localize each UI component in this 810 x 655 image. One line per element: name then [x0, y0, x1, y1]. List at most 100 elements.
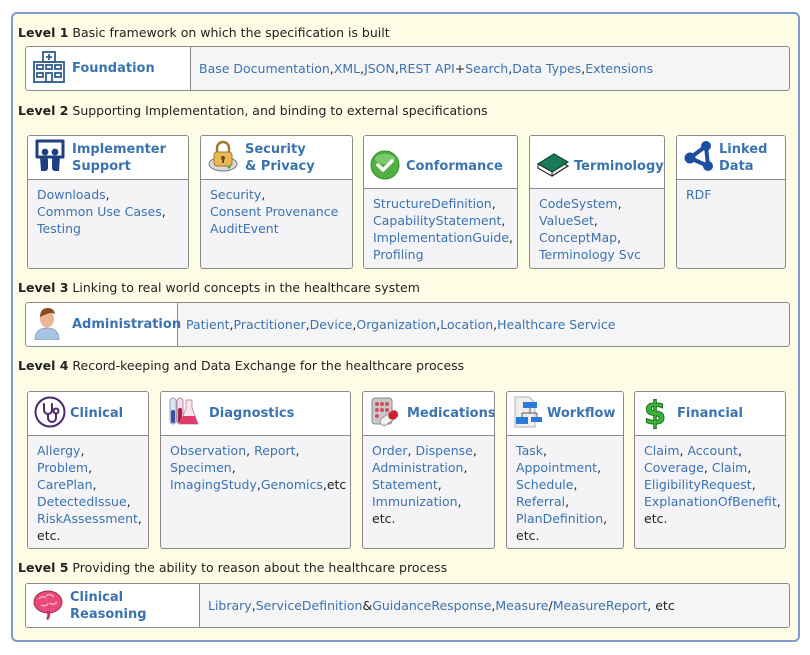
link-line: ImagingStudy,Genomics,etc — [170, 476, 350, 493]
link-report[interactable]: Report — [254, 443, 295, 458]
link-careplan[interactable]: CarePlan — [37, 477, 93, 492]
link-plandefinition[interactable]: PlanDefinition — [516, 511, 603, 526]
link-library[interactable]: Library — [208, 598, 252, 613]
link-guidanceresponse[interactable]: GuidanceResponse — [372, 598, 491, 613]
separator-text: , — [593, 213, 598, 228]
link-patient[interactable]: Patient — [186, 317, 230, 332]
link-common-use-cases[interactable]: Common Use Cases — [37, 204, 162, 219]
separator-text: , — [437, 477, 442, 492]
medications-header[interactable]: Medications — [363, 392, 494, 436]
administration-header[interactable]: Administration — [26, 303, 181, 346]
link-statement[interactable]: Statement — [372, 477, 438, 492]
link-line: Security, — [210, 186, 352, 203]
medications-title[interactable]: Medications — [407, 405, 494, 422]
link-eligibilityrequest[interactable]: EligibilityRequest — [644, 477, 752, 492]
link-structuredefinition[interactable]: StructureDefinition — [373, 196, 492, 211]
link-explanationofbenefit[interactable]: ExplanationOfBenefit — [644, 494, 777, 509]
link-schedule[interactable]: Schedule — [516, 477, 573, 492]
conformance-title[interactable]: Conformance — [406, 158, 503, 175]
financial-title[interactable]: Financial — [677, 405, 743, 422]
workflow-header[interactable]: Workflow — [507, 392, 623, 436]
conformance-header[interactable]: Conformance — [364, 136, 517, 189]
link-rest-api[interactable]: REST API — [399, 61, 455, 76]
link-servicedefinition[interactable]: ServiceDefinition — [256, 598, 363, 613]
link-measure[interactable]: Measure — [495, 598, 548, 613]
link-observation[interactable]: Observation — [170, 443, 246, 458]
clinical-reasoning-title[interactable]: Clinical Reasoning — [70, 589, 199, 623]
link-problem[interactable]: Problem — [37, 460, 88, 475]
link-allergy[interactable]: Allergy — [37, 443, 80, 458]
link-rdf[interactable]: RDF — [686, 187, 712, 202]
link-riskassessment[interactable]: RiskAssessment — [37, 511, 138, 526]
link-conceptmap[interactable]: ConceptMap — [539, 230, 617, 245]
workflow-title[interactable]: Workflow — [547, 405, 615, 422]
link-order[interactable]: Order — [372, 443, 408, 458]
link-account[interactable]: Account — [687, 443, 737, 458]
clinical-title[interactable]: Clinical — [70, 405, 123, 422]
link-json[interactable]: JSON — [364, 61, 395, 76]
link-downloads[interactable]: Downloads — [37, 187, 106, 202]
link-specimen[interactable]: Specimen — [170, 460, 232, 475]
link-appointment[interactable]: Appointment — [516, 460, 597, 475]
link-administration[interactable]: Administration — [372, 460, 463, 475]
link-profiling[interactable]: Profiling — [373, 247, 424, 262]
linked-data-title[interactable]: Linked Data — [719, 141, 767, 175]
link-xml[interactable]: XML — [334, 61, 360, 76]
link-imagingstudy[interactable]: ImagingStudy — [170, 477, 257, 492]
terminology-header[interactable]: Terminology — [530, 136, 664, 189]
separator-text: , — [747, 460, 752, 475]
link-referral[interactable]: Referral — [516, 494, 565, 509]
administration-title[interactable]: Administration — [72, 316, 181, 333]
link-extensions[interactable]: Extensions — [585, 61, 653, 76]
diagnostics-header[interactable]: Diagnostics — [161, 392, 350, 436]
link-auditevent[interactable]: AuditEvent — [210, 221, 279, 236]
link-terminology-svc[interactable]: Terminology Svc — [539, 247, 641, 262]
implementer-support-header[interactable]: Implementer Support — [28, 136, 188, 180]
link-line: Profiling — [373, 246, 517, 263]
separator-text: , — [137, 511, 142, 526]
link-immunization[interactable]: Immunization — [372, 494, 458, 509]
link-base-documentation[interactable]: Base Documentation — [199, 61, 330, 76]
security-privacy-title[interactable]: Security & Privacy — [245, 141, 315, 175]
level-4-heading: Level 4 Record-keeping and Data Exchange… — [18, 358, 464, 373]
terminology-title[interactable]: Terminology — [574, 158, 664, 175]
link-capabilitystatement[interactable]: CapabilityStatement — [373, 213, 501, 228]
clinical-header[interactable]: Clinical — [28, 392, 148, 436]
link-organization[interactable]: Organization — [356, 317, 436, 332]
link-testing[interactable]: Testing — [37, 221, 81, 236]
foundation-header[interactable]: Foundation — [26, 47, 191, 90]
link-healthcare-service[interactable]: Healthcare Service — [497, 317, 615, 332]
foundation-title[interactable]: Foundation — [72, 60, 155, 77]
link-location[interactable]: Location — [440, 317, 493, 332]
link-practitioner[interactable]: Practitioner — [234, 317, 306, 332]
linked-data-links: RDF — [677, 180, 785, 203]
financial-header[interactable]: $ Financial — [635, 392, 785, 436]
security-privacy-header[interactable]: Security & Privacy — [201, 136, 352, 180]
link-search[interactable]: Search — [465, 61, 508, 76]
link-claim[interactable]: Claim — [644, 443, 680, 458]
separator-text: , — [246, 443, 255, 458]
link-codesystem[interactable]: CodeSystem — [539, 196, 618, 211]
book-icon — [536, 152, 570, 181]
link-measurereport[interactable]: MeasureReport — [553, 598, 648, 613]
link-security[interactable]: Security — [210, 187, 261, 202]
link-implementationguide[interactable]: ImplementationGuide — [373, 230, 509, 245]
separator-text: , — [776, 494, 781, 509]
link-line: etc. — [644, 510, 785, 527]
link-valueset[interactable]: ValueSet — [539, 213, 594, 228]
link-task[interactable]: Task — [516, 443, 543, 458]
link-coverage[interactable]: Coverage — [644, 460, 704, 475]
diagnostics-title[interactable]: Diagnostics — [209, 405, 294, 422]
linked-data-header[interactable]: Linked Data — [677, 136, 785, 180]
link-consent-provenance[interactable]: Consent Provenance — [210, 204, 338, 219]
link-detectedissue[interactable]: DetectedIssue — [37, 494, 127, 509]
link-genomics[interactable]: Genomics — [261, 477, 323, 492]
link-dispense[interactable]: Dispense — [415, 443, 472, 458]
link-claim[interactable]: Claim — [712, 460, 748, 475]
link-device[interactable]: Device — [310, 317, 353, 332]
link-data-types[interactable]: Data Types — [512, 61, 581, 76]
person-avatar-icon — [32, 306, 62, 343]
clinical-reasoning-header[interactable]: Clinical Reasoning — [26, 584, 200, 627]
separator-text: , — [737, 443, 742, 458]
implementer-support-title[interactable]: Implementer Support — [72, 141, 166, 175]
